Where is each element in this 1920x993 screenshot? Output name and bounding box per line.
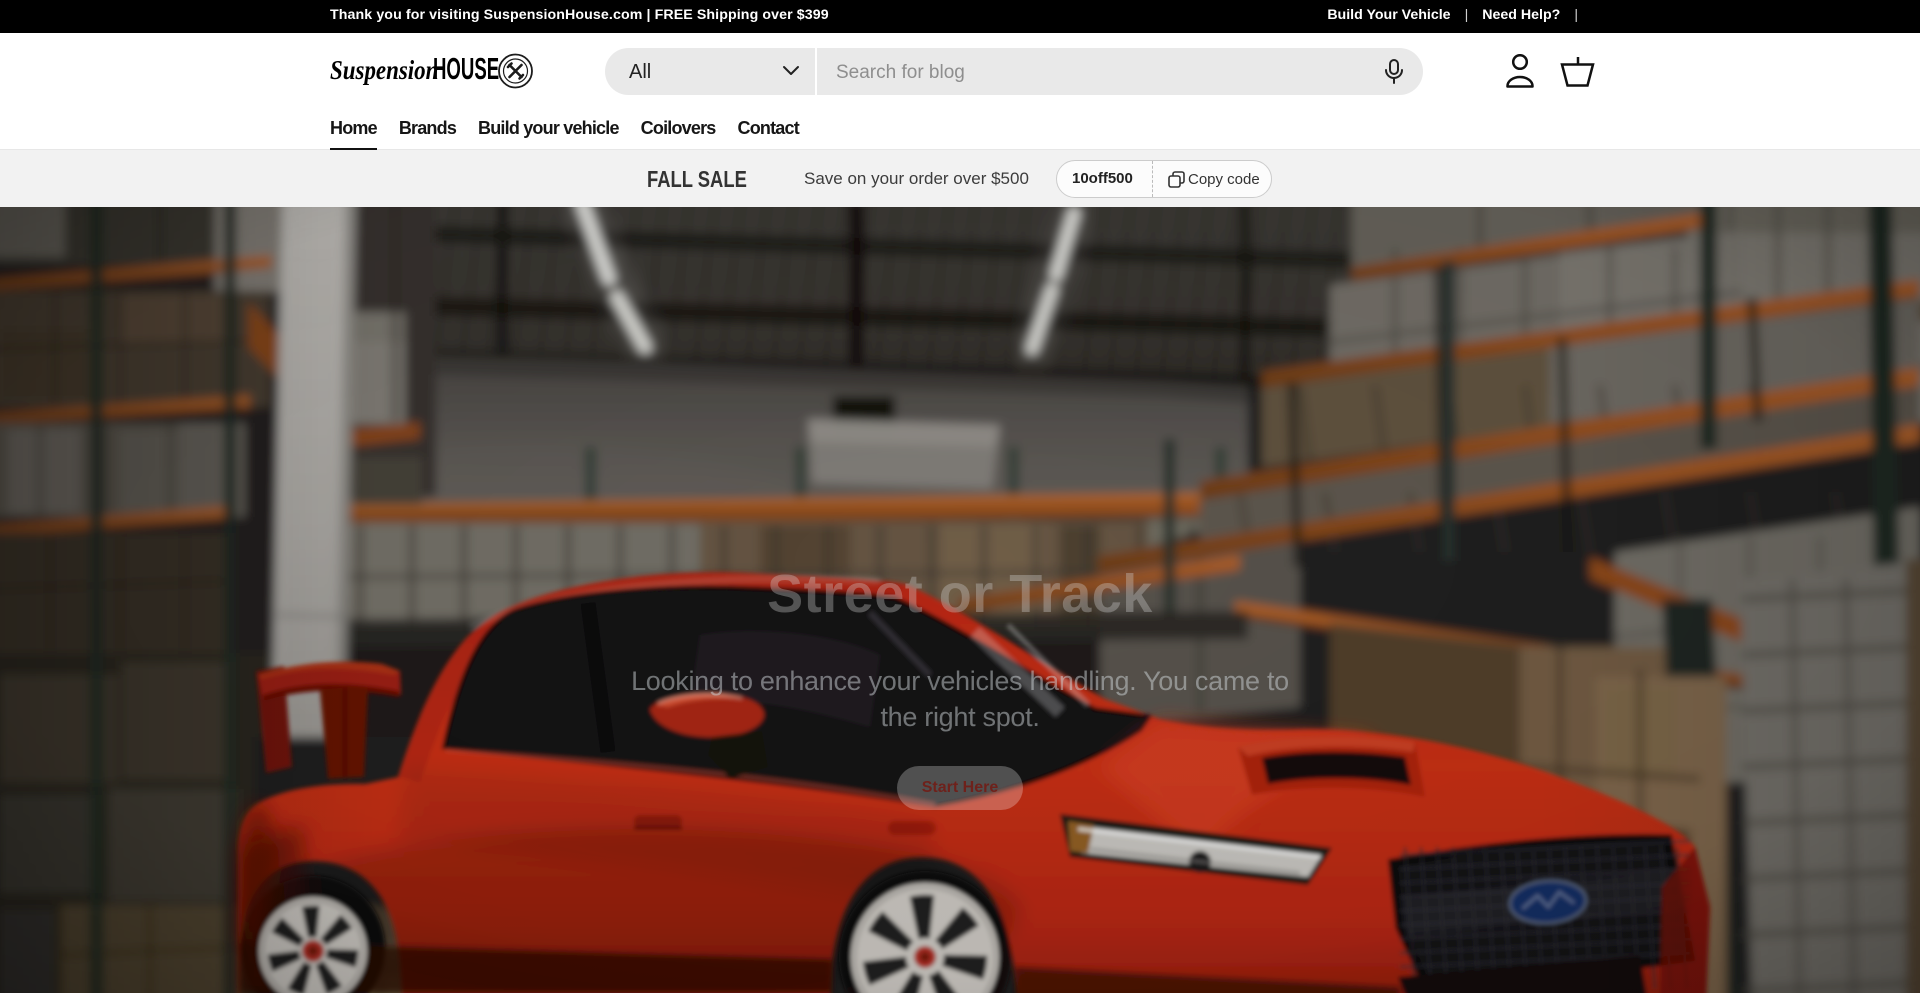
svg-text:Suspension: Suspension [330,56,438,85]
svg-text:HOUSE: HOUSE [433,52,499,86]
